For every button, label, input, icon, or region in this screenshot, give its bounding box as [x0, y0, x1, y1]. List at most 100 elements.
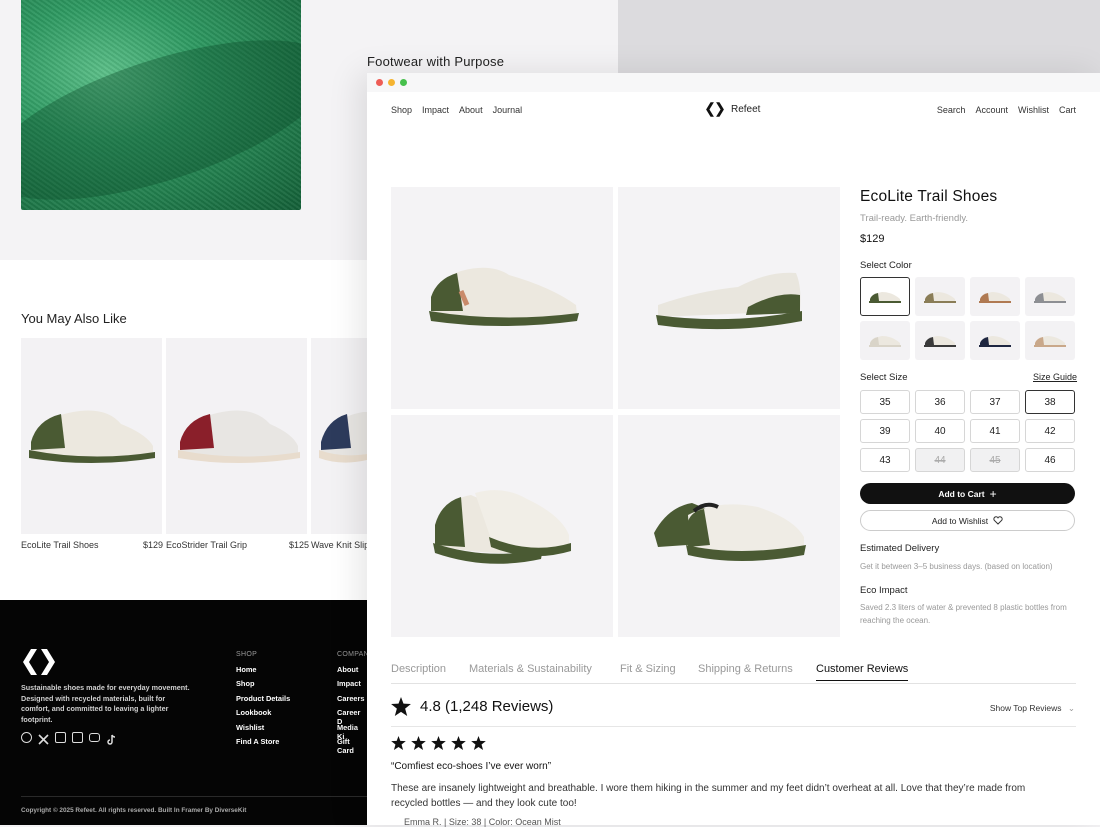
review-stars — [391, 736, 486, 750]
footer-link[interactable]: Impact — [337, 679, 361, 688]
divider — [391, 726, 1076, 727]
footer-link[interactable]: Lookbook — [236, 708, 271, 717]
eco-impact-heading: Eco Impact — [860, 585, 908, 596]
heart-icon — [993, 516, 1003, 525]
delivery-heading: Estimated Delivery — [860, 543, 940, 554]
chevron-down-icon: ⌄ — [1067, 703, 1075, 713]
nav-about[interactable]: About — [459, 105, 483, 115]
size-option[interactable]: 46 — [1025, 448, 1075, 472]
shoe-icon — [924, 335, 956, 347]
footer-link[interactable]: About — [337, 665, 358, 674]
size-option[interactable]: 40 — [915, 419, 965, 443]
size-option[interactable]: 35 — [860, 390, 910, 414]
plus-icon: + — [989, 486, 997, 501]
shoe-image — [433, 490, 571, 564]
product-price: $129 — [860, 233, 885, 245]
color-swatch-navy[interactable] — [970, 321, 1020, 360]
sort-dropdown[interactable]: Show Top Reviews ⌄ — [990, 703, 1075, 714]
shoe-icon — [869, 335, 901, 347]
shoe-icon — [924, 291, 956, 303]
maximize-dot[interactable] — [400, 79, 407, 86]
size-option[interactable]: 39 — [860, 419, 910, 443]
tab-fit-sizing[interactable]: Fit & Sizing — [620, 663, 676, 675]
product-image-profile[interactable] — [618, 187, 840, 409]
add-to-wishlist-label: Add to Wishlist — [931, 515, 989, 526]
review-meta: Emma R. | Size: 38 | Color: Ocean Mist — [404, 817, 561, 827]
recommendation-card[interactable] — [311, 338, 367, 534]
rec-name[interactable]: Wave Knit Slip — [311, 540, 367, 550]
rec-name[interactable]: EcoStrider Trail Grip — [166, 540, 247, 550]
recommendation-card[interactable] — [21, 338, 162, 534]
tab-description[interactable]: Description — [391, 663, 446, 675]
rec-price: $125 — [289, 540, 310, 550]
linkedin-icon[interactable] — [72, 732, 83, 743]
close-dot[interactable] — [376, 79, 383, 86]
nav-shop[interactable]: Shop — [391, 105, 412, 115]
size-option: 44 — [915, 448, 965, 472]
tab-materials[interactable]: Materials & Sustainability — [469, 663, 592, 675]
size-guide-link[interactable]: Size Guide — [1033, 372, 1077, 382]
color-swatch-tan[interactable] — [970, 277, 1020, 316]
star-icon — [451, 736, 466, 750]
footer-description: Sustainable shoes made for everyday move… — [21, 683, 190, 724]
footer-link[interactable]: Shop — [236, 679, 254, 688]
instagram-icon[interactable] — [55, 732, 66, 743]
youtube-icon[interactable] — [89, 733, 100, 742]
tab-customer-reviews[interactable]: Customer Reviews — [816, 663, 909, 681]
nav-journal[interactable]: Journal — [493, 105, 523, 115]
green-fabric-image — [21, 0, 301, 210]
recommendation-card[interactable] — [166, 338, 307, 534]
rating-summary: 4.8 (1,248 Reviews) — [391, 697, 553, 716]
footer-shop-heading: SHOP — [236, 651, 258, 658]
color-swatch-sand[interactable] — [1025, 321, 1075, 360]
product-image-back[interactable] — [618, 415, 840, 637]
product-title: EcoLite Trail Shoes — [860, 188, 998, 205]
shoe-icon — [979, 335, 1011, 347]
select-color-label: Select Color — [860, 260, 912, 271]
color-swatch-cream[interactable] — [860, 321, 910, 360]
size-option[interactable]: 37 — [970, 390, 1020, 414]
star-icon — [391, 697, 411, 716]
size-option[interactable]: 38 — [1025, 390, 1075, 414]
brand-logo[interactable]: Refeet — [705, 102, 760, 117]
footer-link[interactable]: Careers — [337, 694, 365, 703]
sort-label: Show Top Reviews — [989, 703, 1062, 713]
size-option[interactable]: 41 — [970, 419, 1020, 443]
x-icon[interactable] — [38, 732, 49, 745]
color-swatch-khaki[interactable] — [915, 277, 965, 316]
nav-left: Shop Impact About Journal — [391, 105, 522, 115]
facebook-icon[interactable] — [21, 732, 32, 743]
footer-link[interactable]: Home — [236, 665, 257, 674]
footer-link[interactable]: Gift Card — [337, 737, 367, 755]
footer-link[interactable]: Product Details — [236, 694, 290, 703]
tab-shipping-returns[interactable]: Shipping & Returns — [698, 663, 793, 675]
product-image-pair[interactable] — [391, 415, 613, 637]
nav-cart[interactable]: Cart — [1059, 105, 1076, 115]
shoe-image — [654, 502, 806, 561]
nav-search[interactable]: Search — [937, 105, 966, 115]
color-swatch-gray[interactable] — [1025, 277, 1075, 316]
add-to-cart-button[interactable]: Add to Cart + — [860, 483, 1075, 504]
product-image-side[interactable] — [391, 187, 613, 409]
color-swatch-olive[interactable] — [860, 277, 910, 316]
add-to-wishlist-button[interactable]: Add to Wishlist — [860, 510, 1075, 531]
add-to-cart-label: Add to Cart — [938, 488, 985, 499]
rec-name[interactable]: EcoLite Trail Shoes — [21, 540, 99, 550]
size-option[interactable]: 42 — [1025, 419, 1075, 443]
size-option[interactable]: 36 — [915, 390, 965, 414]
footer-link[interactable]: Wishlist — [236, 723, 264, 732]
nav-impact[interactable]: Impact — [422, 105, 449, 115]
star-icon — [471, 736, 486, 750]
review-body: These are insanely lightweight and breat… — [391, 783, 1026, 809]
size-option[interactable]: 43 — [860, 448, 910, 472]
nav-account[interactable]: Account — [975, 105, 1008, 115]
footer-link[interactable]: Find A Store — [236, 737, 279, 746]
minimize-dot[interactable] — [388, 79, 395, 86]
tiktok-icon[interactable] — [106, 732, 117, 745]
shoe-icon — [1034, 335, 1066, 347]
shoe-image — [319, 412, 367, 463]
rec-price: $129 — [143, 540, 164, 550]
nav-wishlist[interactable]: Wishlist — [1018, 105, 1049, 115]
section-title: Footwear with Purpose — [367, 54, 505, 69]
color-swatch-white-black[interactable] — [915, 321, 965, 360]
